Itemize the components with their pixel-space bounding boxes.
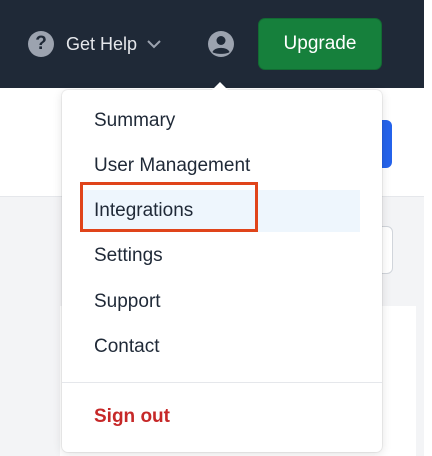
page-edge [424,0,432,456]
menu-item-label: Support [94,291,161,312]
get-help-label: Get Help [66,33,138,54]
menu-caret [211,82,229,91]
menu-item-support[interactable]: Support [82,281,360,323]
menu-item-summary[interactable]: Summary [82,100,360,142]
get-help-button[interactable]: ? Get Help [28,30,161,58]
menu-divider [62,382,382,383]
chevron-down-icon [147,39,161,49]
menu-item-label: Settings [94,245,163,266]
account-dropdown-menu: Summary User Management Integrations Set… [62,90,382,452]
menu-item-label: User Management [94,155,251,176]
user-circle-icon[interactable] [207,30,235,58]
sign-out-button[interactable]: Sign out [82,396,360,438]
menu-item-user-management[interactable]: User Management [82,145,360,187]
sign-out-label: Sign out [94,406,170,427]
menu-item-settings[interactable]: Settings [82,235,360,277]
upgrade-button[interactable]: Upgrade [259,19,381,69]
integrations-highlight-box [80,182,258,232]
question-circle-icon: ? [28,31,54,57]
menu-item-label: Summary [94,110,176,131]
menu-item-contact[interactable]: Contact [82,326,360,368]
menu-item-label: Contact [94,336,160,357]
